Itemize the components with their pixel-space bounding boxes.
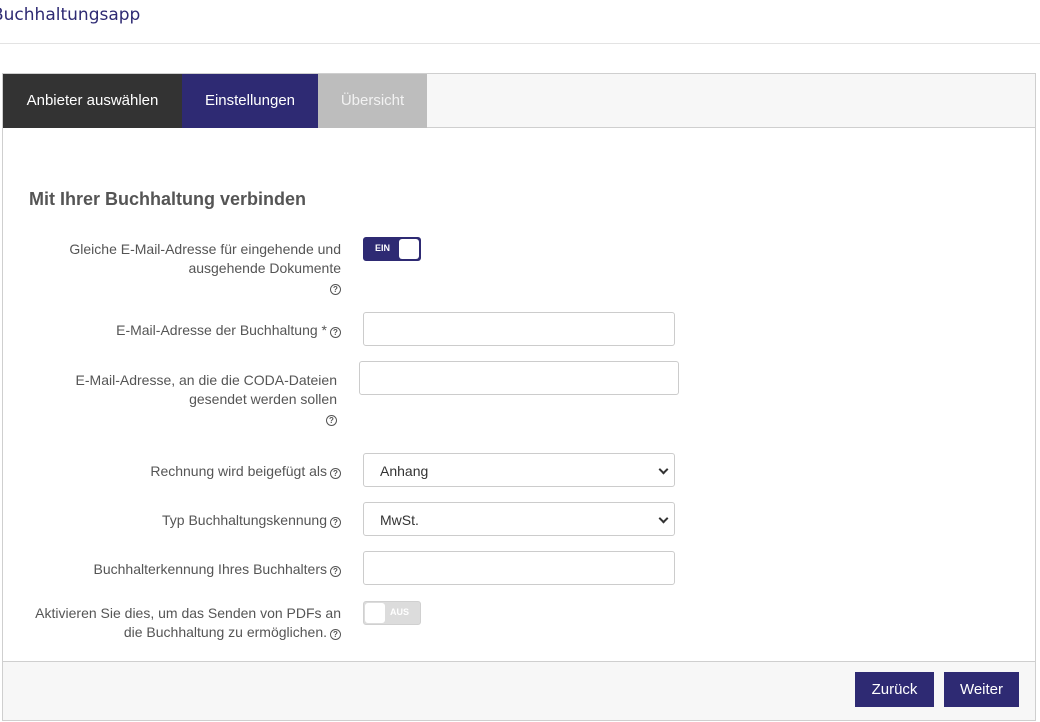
wizard-panel: Anbieter auswählen Einstellungen Übersic… xyxy=(2,73,1036,721)
coda-email-label-line2: gesendet werden sollen xyxy=(189,391,337,407)
send-pdf-label-line1: Aktivieren Sie dies, um das Senden von P… xyxy=(35,605,341,621)
coda-email-input[interactable] xyxy=(359,361,679,395)
app-header: Buchhaltungsapp xyxy=(0,0,1040,44)
id-type-label-text: Typ Buchhaltungskennung xyxy=(161,512,327,528)
tab-overview: Übersicht xyxy=(318,74,427,128)
accountant-id-label-text: Buchhalterkennung Ihres Buchhalters xyxy=(93,561,327,577)
same-email-label: Gleiche E-Mail-Adresse für eingehende un… xyxy=(23,240,341,297)
coda-email-label-line1: E-Mail-Adresse, an die die CODA-Dateien xyxy=(75,372,337,388)
id-type-select[interactable]: MwSt. xyxy=(363,502,675,536)
send-pdf-label-line2: die Buchhaltung zu ermöglichen. xyxy=(123,624,327,640)
id-type-label: Typ Buchhaltungskennung? xyxy=(23,511,341,530)
id-type-value: MwSt. xyxy=(380,512,419,528)
invoice-attached-select[interactable]: Anhang xyxy=(363,453,675,487)
section-title: Mit Ihrer Buchhaltung verbinden xyxy=(29,189,307,209)
help-icon[interactable]: ? xyxy=(330,468,341,479)
coda-email-label: E-Mail-Adresse, an die die CODA-Dateien … xyxy=(23,371,337,428)
tab-select-provider[interactable]: Anbieter auswählen xyxy=(3,74,182,128)
tab-settings[interactable]: Einstellungen xyxy=(182,74,318,128)
same-email-label-line1: Gleiche E-Mail-Adresse für eingehende un… xyxy=(69,241,341,257)
send-pdf-label: Aktivieren Sie dies, um das Senden von P… xyxy=(17,604,341,642)
app-title: Buchhaltungsapp xyxy=(0,5,141,25)
help-icon[interactable]: ? xyxy=(330,629,341,640)
invoice-attached-label: Rechnung wird beigefügt als? xyxy=(23,462,341,481)
toggle-off-label: AUS xyxy=(390,607,410,617)
back-button[interactable]: Zurück xyxy=(855,672,934,707)
same-email-toggle[interactable]: EIN xyxy=(363,237,421,261)
help-icon[interactable]: ? xyxy=(330,327,341,338)
help-icon[interactable]: ? xyxy=(330,517,341,528)
accounting-email-label: E-Mail-Adresse der Buchhaltung *? xyxy=(23,321,341,340)
accountant-id-input[interactable] xyxy=(363,551,675,585)
help-icon[interactable]: ? xyxy=(330,284,341,295)
invoice-attached-label-text: Rechnung wird beigefügt als xyxy=(150,463,327,479)
next-button[interactable]: Weiter xyxy=(944,672,1019,707)
toggle-on-label: EIN xyxy=(375,243,391,253)
chevron-down-icon xyxy=(658,513,669,524)
invoice-attached-value: Anhang xyxy=(380,463,429,479)
accounting-email-input[interactable] xyxy=(363,312,675,346)
wizard-footer: Zurück Weiter xyxy=(3,661,1035,720)
chevron-down-icon xyxy=(658,464,669,475)
send-pdf-toggle[interactable]: AUS xyxy=(363,601,421,625)
tab-bar: Anbieter auswählen Einstellungen Übersic… xyxy=(3,74,1035,128)
same-email-label-line2: ausgehende Dokumente xyxy=(188,260,341,276)
toggle-knob xyxy=(365,603,385,623)
help-icon[interactable]: ? xyxy=(330,566,341,577)
accountant-id-label: Buchhalterkennung Ihres Buchhalters? xyxy=(23,560,341,579)
toggle-knob xyxy=(399,239,419,259)
help-icon[interactable]: ? xyxy=(326,415,337,426)
accounting-email-label-text: E-Mail-Adresse der Buchhaltung * xyxy=(116,322,327,338)
